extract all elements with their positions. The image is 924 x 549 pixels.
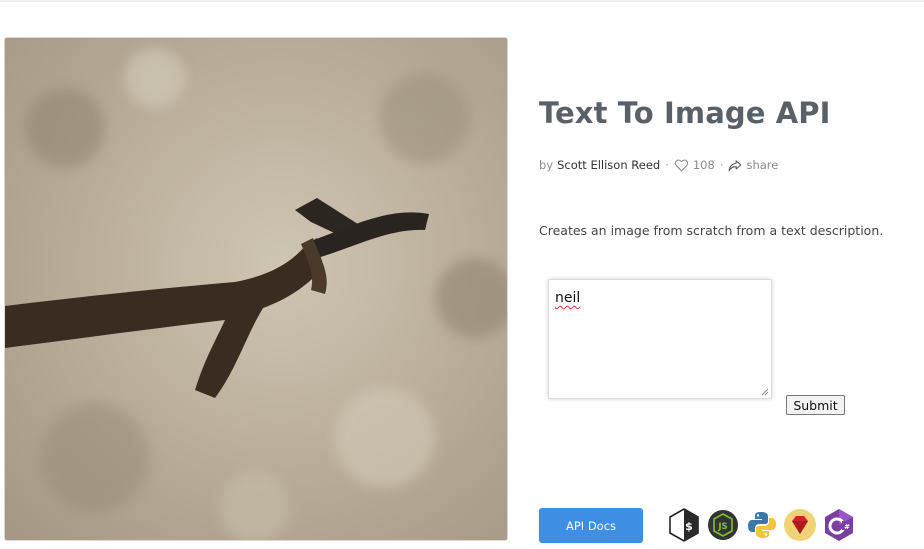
submit-button[interactable]: Submit	[786, 395, 845, 415]
csharp-icon[interactable]: #	[822, 508, 856, 542]
share-icon	[729, 159, 742, 171]
shell-icon[interactable]: $	[667, 508, 701, 542]
top-divider	[0, 0, 924, 2]
page-title: Text To Image API	[539, 96, 831, 130]
by-label: by	[539, 158, 554, 172]
like-count: 108	[692, 158, 715, 172]
share-label: share	[746, 158, 779, 172]
svg-text:#: #	[844, 523, 850, 531]
generated-image	[4, 37, 508, 541]
ruby-icon[interactable]	[783, 508, 817, 542]
separator: ·	[719, 158, 724, 172]
text-input-value: neil	[555, 290, 581, 306]
nodejs-icon[interactable]: JS	[706, 508, 740, 542]
resize-handle-icon[interactable]	[761, 388, 769, 396]
meta-bar: by Scott Ellison Reed · 108 · share	[539, 156, 778, 174]
svg-text:JS: JS	[717, 522, 727, 532]
api-docs-button[interactable]: API Docs	[539, 508, 643, 543]
python-icon[interactable]	[745, 508, 779, 542]
text-input[interactable]: neil	[548, 279, 772, 399]
svg-text:$: $	[685, 520, 693, 533]
description: Creates an image from scratch from a tex…	[539, 223, 884, 238]
separator: ·	[665, 158, 669, 172]
author-link[interactable]: Scott Ellison Reed	[557, 158, 660, 172]
heart-icon	[674, 159, 689, 171]
like-button[interactable]: 108	[674, 158, 715, 172]
share-button[interactable]: share	[728, 158, 778, 172]
